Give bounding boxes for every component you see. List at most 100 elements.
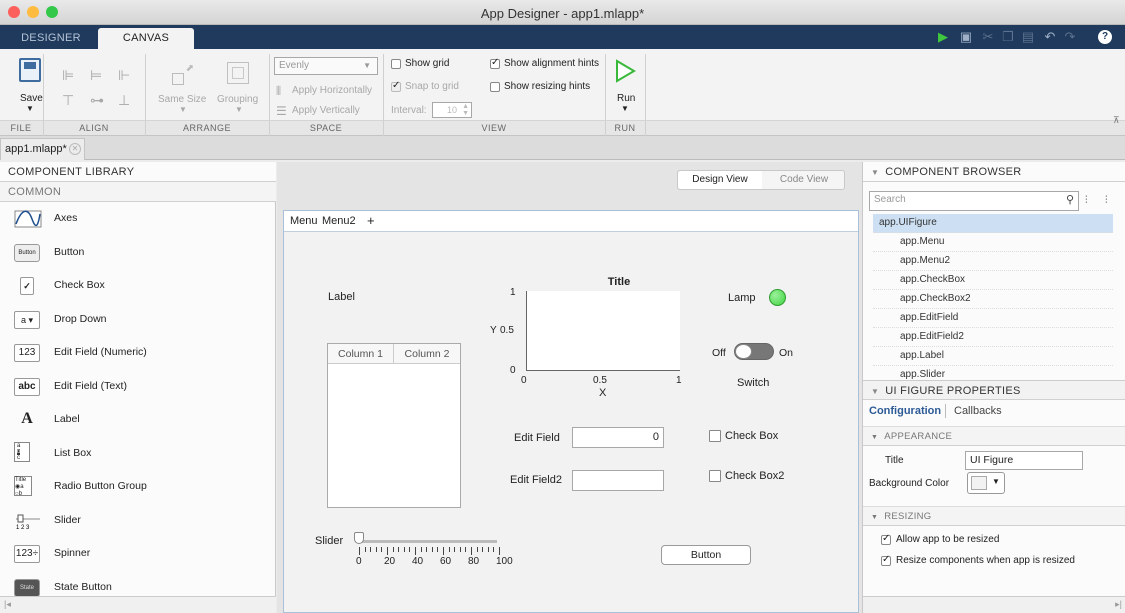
save-icon[interactable] bbox=[19, 58, 41, 82]
library-item[interactable]: Title ◉a ○b Radio Button Group bbox=[0, 470, 276, 503]
button-component[interactable]: Button bbox=[661, 545, 751, 565]
close-tab-icon[interactable]: ✕ bbox=[69, 143, 81, 155]
same-size-dropdown-icon[interactable]: ▼ bbox=[179, 105, 187, 114]
resize-components-checkbox[interactable] bbox=[881, 554, 891, 566]
space-mode-dropdown[interactable]: Evenly ▼ bbox=[274, 57, 378, 75]
menu2-item[interactable]: Menu2 bbox=[322, 215, 356, 227]
apply-vertically-button[interactable]: Apply Vertically bbox=[292, 105, 360, 116]
interval-spinner[interactable]: 10 ▲ ▼ bbox=[432, 102, 472, 118]
component-tree-item[interactable]: app.CheckBox2 bbox=[873, 290, 1113, 309]
save-dropdown-icon[interactable]: ▼ bbox=[26, 104, 34, 113]
component-tree-item[interactable]: app.Menu2 bbox=[873, 252, 1113, 271]
library-scrollbar[interactable]: |◂ bbox=[0, 596, 276, 613]
label-component[interactable]: Label bbox=[328, 291, 355, 303]
component-tree-item[interactable]: app.Menu bbox=[873, 233, 1113, 252]
library-item[interactable]: 1 2 3 Slider bbox=[0, 504, 276, 537]
component-tree-item[interactable]: app.Label bbox=[873, 347, 1113, 366]
quick-redo-icon[interactable]: ↷ bbox=[1062, 29, 1078, 45]
design-view-button[interactable]: Design View bbox=[678, 171, 762, 189]
snap-to-grid-checkbox[interactable] bbox=[391, 80, 401, 92]
tab-callbacks[interactable]: Callbacks bbox=[954, 405, 1002, 417]
align-left-icon[interactable]: ⊫ bbox=[62, 67, 74, 84]
library-item[interactable]: ✓ Check Box bbox=[0, 269, 276, 302]
run-button[interactable]: Run bbox=[617, 93, 635, 104]
browser-search-input[interactable]: Search ⚲ bbox=[869, 191, 1079, 211]
axes-component[interactable]: Title 1 0.5 0 Y 0 0.5 1 X bbox=[490, 273, 684, 399]
tab-configuration[interactable]: Configuration bbox=[869, 405, 941, 417]
component-tree-item[interactable]: app.EditField2 bbox=[873, 328, 1113, 347]
properties-scrollbar[interactable]: ▸| bbox=[863, 596, 1125, 613]
apply-horizontally-button[interactable]: Apply Horizontally bbox=[292, 85, 372, 96]
code-view-button[interactable]: Code View bbox=[762, 171, 846, 189]
switch-component[interactable] bbox=[734, 343, 774, 360]
library-item[interactable]: 123÷ Spinner bbox=[0, 537, 276, 570]
expand-all-icon[interactable]: ⫶ bbox=[1105, 195, 1108, 206]
collapse-all-icon[interactable]: ⫶ bbox=[1085, 195, 1088, 206]
quick-paste-icon[interactable]: ▤ bbox=[1020, 29, 1036, 45]
check-box-component[interactable] bbox=[709, 430, 721, 442]
quick-cut-icon[interactable]: ✂ bbox=[980, 29, 996, 45]
collapse-icon[interactable]: ▼ bbox=[871, 387, 879, 396]
library-item[interactable]: Axes bbox=[0, 202, 276, 235]
lamp-component[interactable] bbox=[769, 289, 786, 306]
component-browser-header: ▼ COMPONENT BROWSER bbox=[863, 162, 1125, 182]
menu-item[interactable]: Menu bbox=[290, 215, 318, 227]
tab-designer[interactable]: DESIGNER bbox=[12, 28, 90, 49]
x-tick-label: 0 bbox=[521, 375, 527, 386]
library-item[interactable]: abc Edit Field (Text) bbox=[0, 370, 276, 403]
component-browser-title: COMPONENT BROWSER bbox=[885, 166, 1022, 178]
ui-figure[interactable]: Menu Menu2 + Label Column 1 Column 2 Tit… bbox=[283, 210, 859, 613]
quick-undo-icon[interactable]: ↶ bbox=[1042, 29, 1058, 45]
save-button[interactable]: Save bbox=[20, 93, 43, 104]
collapse-icon[interactable]: ▼ bbox=[871, 514, 878, 521]
allow-resize-checkbox[interactable] bbox=[881, 533, 891, 545]
quick-copy-icon[interactable]: ❐ bbox=[1000, 29, 1016, 45]
spinner-arrows-icon[interactable]: ▲ ▼ bbox=[462, 103, 469, 117]
collapse-icon[interactable]: ▼ bbox=[871, 168, 879, 177]
align-top-icon[interactable]: ⊤ bbox=[62, 92, 74, 109]
show-resizing-hints-checkbox[interactable] bbox=[490, 82, 500, 92]
help-icon[interactable]: ? bbox=[1098, 30, 1112, 44]
library-item[interactable]: 123 Edit Field (Numeric) bbox=[0, 336, 276, 369]
edit-field2-input[interactable] bbox=[572, 470, 664, 491]
align-bottom-icon[interactable]: ⊥ bbox=[118, 92, 130, 109]
add-menu-icon[interactable]: + bbox=[367, 213, 375, 228]
same-size-button[interactable]: Same Size bbox=[158, 94, 206, 105]
run-icon[interactable] bbox=[614, 59, 636, 86]
library-item[interactable]: Button Button bbox=[0, 236, 276, 269]
table-component[interactable]: Column 1 Column 2 bbox=[327, 343, 461, 508]
grouping-dropdown-icon[interactable]: ▼ bbox=[235, 105, 243, 114]
grouping-button[interactable]: Grouping bbox=[217, 94, 258, 105]
background-color-picker[interactable]: ▼ bbox=[967, 472, 1005, 494]
collapse-ribbon-icon[interactable]: ⊼ bbox=[1113, 115, 1120, 126]
check-box-label[interactable]: Check Box bbox=[725, 430, 778, 442]
tab-canvas[interactable]: CANVAS bbox=[98, 28, 194, 49]
align-middle-icon[interactable]: ⊶ bbox=[90, 92, 104, 109]
same-size-icon[interactable]: ⬈ bbox=[172, 63, 194, 85]
align-right-icon[interactable]: ⊩ bbox=[118, 67, 130, 84]
show-grid-checkbox[interactable] bbox=[391, 59, 401, 69]
library-item[interactable]: a b c List Box bbox=[0, 437, 276, 470]
component-tree-item[interactable]: app.EditField bbox=[873, 309, 1113, 328]
library-item[interactable]: A Label bbox=[0, 403, 276, 436]
collapse-icon[interactable]: ▼ bbox=[871, 434, 878, 441]
slider-track[interactable] bbox=[357, 540, 497, 543]
run-dropdown-icon[interactable]: ▼ bbox=[621, 104, 629, 113]
component-tree-item[interactable]: app.Slider bbox=[873, 366, 1113, 380]
quick-run-icon[interactable]: ▶ bbox=[935, 29, 951, 45]
library-item[interactable]: a ▾ Drop Down bbox=[0, 303, 276, 336]
slider-tick bbox=[364, 547, 366, 552]
component-tree-item[interactable]: app.CheckBox bbox=[873, 271, 1113, 290]
component-tree-item[interactable]: app.UIFigure bbox=[873, 214, 1113, 233]
edit-field-numeric[interactable]: 0 bbox=[572, 427, 664, 448]
align-center-icon[interactable]: ⊨ bbox=[90, 67, 102, 84]
grouping-icon[interactable] bbox=[227, 62, 249, 84]
show-alignment-hints-checkbox[interactable] bbox=[490, 57, 500, 69]
document-tab[interactable]: app1.mlapp* ✕ bbox=[0, 138, 85, 160]
search-icon[interactable]: ⚲ bbox=[1066, 193, 1074, 206]
check-box2-label[interactable]: Check Box2 bbox=[725, 470, 784, 482]
quick-save-icon[interactable]: ▣ bbox=[958, 29, 974, 45]
slider-thumb[interactable] bbox=[354, 532, 364, 544]
title-property-input[interactable]: UI Figure bbox=[965, 451, 1083, 470]
check-box2-component[interactable] bbox=[709, 470, 721, 482]
